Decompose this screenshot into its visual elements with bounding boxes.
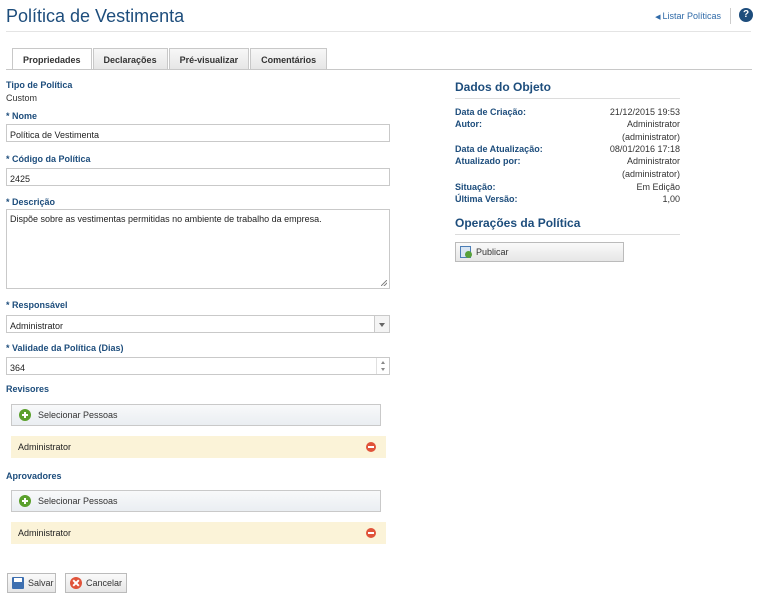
tipo-value: Custom bbox=[6, 93, 38, 103]
row-label: Última Versão: bbox=[455, 194, 518, 204]
row-value: Administrator bbox=[626, 156, 680, 166]
cancel-label: Cancelar bbox=[86, 578, 123, 588]
save-label: Salvar bbox=[28, 578, 54, 588]
aprovadores-select-button[interactable]: Selecionar Pessoas bbox=[11, 490, 381, 512]
spinner-icon[interactable] bbox=[376, 358, 389, 374]
title-divider bbox=[6, 31, 751, 32]
operations-divider bbox=[455, 234, 680, 235]
tab-declaracoes[interactable]: Declarações bbox=[92, 48, 168, 69]
publish-icon bbox=[460, 246, 472, 258]
list-policies-link[interactable]: ◀ Listar Políticas bbox=[655, 11, 721, 21]
revisores-select-button[interactable]: Selecionar Pessoas bbox=[11, 404, 381, 426]
tipo-label: Tipo de Política bbox=[6, 80, 73, 90]
tab-propriedades[interactable]: Propriedades bbox=[12, 48, 92, 70]
nome-label: * Nome bbox=[6, 111, 38, 121]
object-data-title: Dados do Objeto bbox=[455, 80, 551, 94]
save-icon bbox=[12, 577, 24, 589]
save-button[interactable]: Salvar bbox=[7, 573, 56, 593]
row-label: Autor: bbox=[455, 119, 482, 129]
remove-icon[interactable] bbox=[366, 442, 376, 452]
responsavel-value: Administrator bbox=[10, 321, 64, 331]
remove-icon[interactable] bbox=[366, 528, 376, 538]
header-separator bbox=[730, 8, 731, 24]
caret-left-icon: ◀ bbox=[655, 14, 661, 21]
row-label: Situação: bbox=[455, 182, 496, 192]
operations-title: Operações da Política bbox=[455, 216, 581, 230]
tab-bar: Propriedades Declarações Pré-visualizar … bbox=[12, 48, 328, 70]
list-item: Administrator bbox=[11, 522, 386, 544]
codigo-field[interactable]: 2425 bbox=[6, 168, 390, 186]
validade-stepper[interactable]: 364 bbox=[6, 357, 390, 375]
row-label: Data de Criação: bbox=[455, 107, 527, 117]
object-data-divider bbox=[455, 98, 680, 99]
cancel-button[interactable]: Cancelar bbox=[65, 573, 127, 593]
help-icon[interactable]: ? bbox=[739, 8, 753, 22]
chevron-down-icon[interactable] bbox=[374, 316, 389, 332]
validade-value: 364 bbox=[10, 363, 26, 373]
row-value: (administrator) bbox=[621, 169, 680, 179]
responsavel-select[interactable]: Administrator bbox=[6, 315, 390, 333]
row-value: 21/12/2015 19:53 bbox=[609, 107, 680, 117]
publish-button[interactable]: Publicar bbox=[455, 242, 624, 262]
row-value: 1,00 bbox=[662, 194, 680, 204]
descricao-textarea[interactable]: Dispõe sobre as vestimentas permitidas n… bbox=[6, 209, 390, 289]
row-value: (administrator) bbox=[621, 132, 680, 142]
descricao-text: Dispõe sobre as vestimentas permitidas n… bbox=[10, 214, 322, 224]
resize-handle-icon[interactable] bbox=[381, 280, 387, 286]
row-value: Administrator bbox=[626, 119, 680, 129]
responsavel-label: * Responsável bbox=[6, 300, 68, 310]
row-value: 08/01/2016 17:18 bbox=[609, 144, 680, 154]
page-title: Política de Vestimenta bbox=[6, 6, 185, 26]
row-label: Data de Atualização: bbox=[455, 144, 543, 154]
add-icon bbox=[19, 409, 31, 421]
revisores-label: Revisores bbox=[6, 384, 50, 394]
aprovadores-select-label: Selecionar Pessoas bbox=[38, 496, 118, 506]
cancel-icon bbox=[70, 577, 82, 589]
row-label: Atualizado por: bbox=[455, 156, 521, 166]
validade-label: * Validade da Política (Dias) bbox=[6, 343, 124, 353]
row-value: Em Edição bbox=[636, 182, 680, 192]
revisor-name: Administrator bbox=[18, 442, 72, 452]
list-item: Administrator bbox=[11, 436, 386, 458]
descricao-label: * Descrição bbox=[6, 197, 56, 207]
publish-label: Publicar bbox=[476, 247, 509, 257]
tab-comentarios[interactable]: Comentários bbox=[250, 48, 328, 69]
codigo-label: * Código da Política bbox=[6, 154, 91, 164]
nome-field[interactable]: Política de Vestimenta bbox=[6, 124, 390, 142]
aprovadores-label: Aprovadores bbox=[6, 471, 62, 481]
add-icon bbox=[19, 495, 31, 507]
tab-pre-visualizar[interactable]: Pré-visualizar bbox=[168, 48, 250, 69]
list-policies-label: Listar Políticas bbox=[662, 11, 721, 21]
aprovador-name: Administrator bbox=[18, 528, 72, 538]
revisores-select-label: Selecionar Pessoas bbox=[38, 410, 118, 420]
tab-divider bbox=[6, 69, 752, 70]
